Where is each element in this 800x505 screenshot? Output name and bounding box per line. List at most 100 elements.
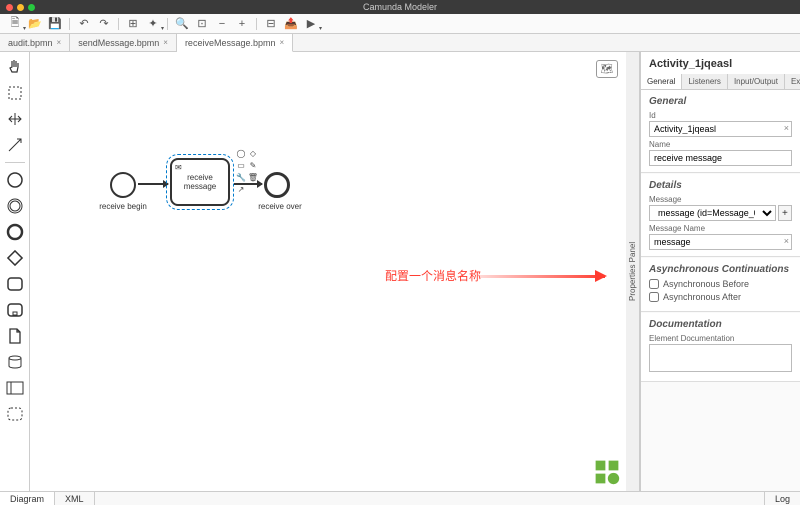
- wrench-icon[interactable]: 🔧: [236, 172, 246, 182]
- message-select[interactable]: message (id=Message_09yhkma): [649, 205, 776, 221]
- end-event-label: receive over: [250, 202, 310, 211]
- properties-panel: Activity_1jqeasl General Listeners Input…: [640, 52, 800, 491]
- intermediate-event-tool[interactable]: [4, 195, 26, 217]
- tab-inputoutput[interactable]: Input/Output: [728, 74, 785, 89]
- properties-title: Activity_1jqeasl: [641, 52, 800, 74]
- tab-label: receiveMessage.bpmn: [185, 38, 276, 48]
- subprocess-tool[interactable]: [4, 299, 26, 321]
- add-message-button[interactable]: +: [778, 205, 792, 221]
- lasso-tool[interactable]: [4, 82, 26, 104]
- message-label: Message: [649, 195, 792, 204]
- message-icon: ✉: [175, 163, 182, 172]
- footer-tab-diagram[interactable]: Diagram: [0, 492, 55, 505]
- name-label: Name: [649, 140, 792, 149]
- zoom-reset-button[interactable]: ⊡: [193, 16, 211, 32]
- start-event-tool[interactable]: [4, 169, 26, 191]
- tab-sendmessage[interactable]: sendMessage.bpmn ×: [70, 34, 177, 51]
- file-tabs: audit.bpmn × sendMessage.bpmn × receiveM…: [0, 34, 800, 52]
- group-title: Details: [649, 180, 792, 191]
- message-name-label: Message Name: [649, 224, 792, 233]
- tab-listeners[interactable]: Listeners: [682, 74, 727, 89]
- group-title: General: [649, 96, 792, 107]
- start-event[interactable]: [110, 172, 136, 198]
- task-label: receive message: [174, 173, 226, 191]
- tab-general[interactable]: General: [641, 74, 682, 89]
- close-icon[interactable]: ×: [279, 38, 284, 47]
- start-event-label: receive begin: [93, 202, 153, 211]
- documentation-textarea[interactable]: [649, 344, 792, 372]
- id-input[interactable]: [649, 121, 792, 137]
- group-general: General Id × Name: [641, 90, 800, 173]
- app-title: Camunda Modeler: [363, 2, 437, 12]
- close-icon[interactable]: ×: [57, 38, 62, 47]
- minimap-toggle[interactable]: 🗺: [596, 60, 618, 78]
- new-file-button[interactable]: 🗎: [6, 16, 24, 32]
- message-name-input[interactable]: [649, 234, 792, 250]
- participant-tool[interactable]: [4, 377, 26, 399]
- end-event[interactable]: [264, 172, 290, 198]
- doc-label: Element Documentation: [649, 334, 792, 343]
- tab-audit[interactable]: audit.bpmn ×: [0, 34, 70, 51]
- tab-label: audit.bpmn: [8, 38, 53, 48]
- annotation-icon[interactable]: ✎: [248, 160, 258, 170]
- async-before-checkbox[interactable]: Asynchronous Before: [649, 279, 792, 289]
- zoom-out-button[interactable]: −: [213, 16, 231, 32]
- properties-panel-toggle[interactable]: Properties Panel: [626, 52, 640, 491]
- group-documentation: Documentation Element Documentation: [641, 313, 800, 382]
- diagram-canvas[interactable]: 🗺 receive begin ✉ receive message ◯ ◇ ▭ …: [30, 52, 626, 491]
- group-async: Asynchronous Continuations Asynchronous …: [641, 258, 800, 312]
- window-minimize-button[interactable]: [17, 4, 24, 11]
- group-tool[interactable]: [4, 403, 26, 425]
- space-tool[interactable]: [4, 108, 26, 130]
- clear-icon[interactable]: ×: [784, 236, 789, 246]
- append-gateway-icon[interactable]: ◇: [248, 148, 258, 158]
- append-task-icon[interactable]: ▭: [236, 160, 246, 170]
- footer-tab-xml[interactable]: XML: [55, 492, 95, 505]
- data-object-tool[interactable]: [4, 325, 26, 347]
- bpmn-logo: [594, 459, 620, 485]
- append-event-icon[interactable]: ◯: [236, 148, 246, 158]
- undo-button[interactable]: ↶: [75, 16, 93, 32]
- close-icon[interactable]: ×: [163, 38, 168, 47]
- gateway-tool[interactable]: [4, 247, 26, 269]
- annotation-text: 配置一个消息名称: [385, 267, 481, 284]
- main-toolbar: 🗎 📂 💾 ↶ ↷ ⊞ ✦ 🔍 ⊡ − + ⊟ 📤 ▶: [0, 14, 800, 34]
- tab-receivemessage[interactable]: receiveMessage.bpmn ×: [177, 34, 293, 52]
- task-tool[interactable]: [4, 273, 26, 295]
- group-title: Documentation: [649, 319, 792, 330]
- annotation-arrow: [480, 275, 605, 278]
- sequence-flow[interactable]: [138, 183, 168, 185]
- connect-icon[interactable]: ↗: [236, 184, 246, 194]
- save-button[interactable]: 💾: [46, 16, 64, 32]
- redo-button[interactable]: ↷: [95, 16, 113, 32]
- id-label: Id: [649, 111, 792, 120]
- context-pad: ◯ ◇ ▭ ✎ 🔧 🗑 ↗: [236, 148, 258, 194]
- toggle-button[interactable]: ⊟: [262, 16, 280, 32]
- distribute-button[interactable]: ✦: [144, 16, 162, 32]
- sequence-flow[interactable]: [234, 183, 262, 185]
- group-details: Details Message message (id=Message_09yh…: [641, 174, 800, 257]
- group-title: Asynchronous Continuations: [649, 264, 792, 275]
- run-button[interactable]: ▶: [302, 16, 320, 32]
- name-input[interactable]: [649, 150, 792, 166]
- async-after-checkbox[interactable]: Asynchronous After: [649, 292, 792, 302]
- properties-tabs: General Listeners Input/Output Extensi ›: [641, 74, 800, 90]
- deploy-button[interactable]: 📤: [282, 16, 300, 32]
- footer-log-button[interactable]: Log: [764, 492, 800, 505]
- footer: Diagram XML Log: [0, 491, 800, 505]
- open-file-button[interactable]: 📂: [26, 16, 44, 32]
- window-close-button[interactable]: [6, 4, 13, 11]
- clear-icon[interactable]: ×: [784, 123, 789, 133]
- window-titlebar: Camunda Modeler: [0, 0, 800, 14]
- align-button[interactable]: ⊞: [124, 16, 142, 32]
- data-store-tool[interactable]: [4, 351, 26, 373]
- connect-tool[interactable]: [4, 134, 26, 156]
- hand-tool[interactable]: [4, 56, 26, 78]
- receive-task[interactable]: ✉ receive message: [170, 158, 230, 206]
- window-maximize-button[interactable]: [28, 4, 35, 11]
- end-event-tool[interactable]: [4, 221, 26, 243]
- tab-extensions[interactable]: Extensi: [785, 74, 800, 89]
- zoom-in-button[interactable]: +: [233, 16, 251, 32]
- search-button[interactable]: 🔍: [173, 16, 191, 32]
- element-palette: [0, 52, 30, 491]
